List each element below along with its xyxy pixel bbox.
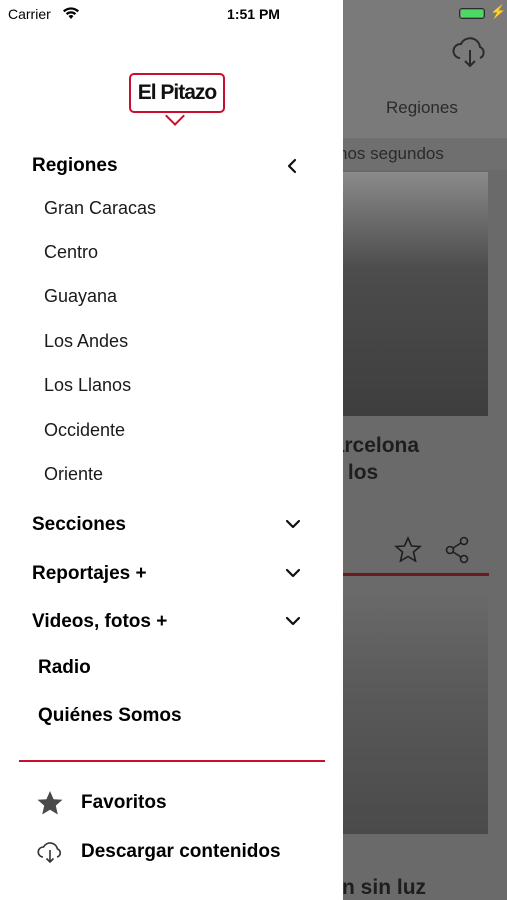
charging-icon: ⚡ [490,4,507,19]
menu-section-reportajes[interactable]: Reportajes + [32,563,147,585]
navigation-drawer: El Pitazo Regiones Gran Caracas Centro G… [0,0,343,900]
status-bar: Carrier 1:51 PM ⚡ [0,0,507,30]
chevron-down-icon[interactable] [284,564,302,582]
menu-item-gran-caracas[interactable]: Gran Caracas [44,198,156,219]
menu-item-oriente[interactable]: Oriente [44,464,103,485]
share-icon [445,536,469,564]
chevron-left-icon[interactable] [284,157,302,175]
cloud-download-icon [37,842,61,864]
descargar-contenidos-link[interactable]: Descargar contenidos [36,838,281,866]
article-actions [394,536,469,564]
logo-text: El Pitazo [137,81,218,104]
menu-item-los-llanos[interactable]: Los Llanos [44,375,131,396]
menu-divider [19,760,325,762]
menu-item-quienes-somos[interactable]: Quiénes Somos [38,705,182,727]
star-outline-icon [394,536,423,563]
chevron-down-icon[interactable] [284,515,302,533]
menu-item-radio[interactable]: Radio [38,657,91,679]
descargar-contenidos-label: Descargar contenidos [81,841,281,862]
background-tab-regiones[interactable]: Regiones [386,98,458,118]
menu-section-regiones[interactable]: Regiones [32,155,118,177]
chevron-down-icon[interactable] [284,612,302,630]
favoritos-label: Favoritos [81,792,167,813]
menu-item-centro[interactable]: Centro [44,242,98,263]
favoritos-link[interactable]: Favoritos [36,789,167,817]
battery-icon [459,8,485,19]
status-time: 1:51 PM [227,6,280,22]
menu-item-los-andes[interactable]: Los Andes [44,331,128,352]
cloud-download-icon [452,37,485,68]
menu-section-secciones[interactable]: Secciones [32,514,126,536]
star-icon [37,791,63,815]
background-timestamp: nos segundos [338,144,444,163]
menu-item-occidente[interactable]: Occidente [44,420,125,441]
el-pitazo-logo[interactable]: El Pitazo [129,73,225,126]
menu-section-videos-fotos[interactable]: Videos, fotos + [32,611,167,633]
menu-item-guayana[interactable]: Guayana [44,286,117,307]
